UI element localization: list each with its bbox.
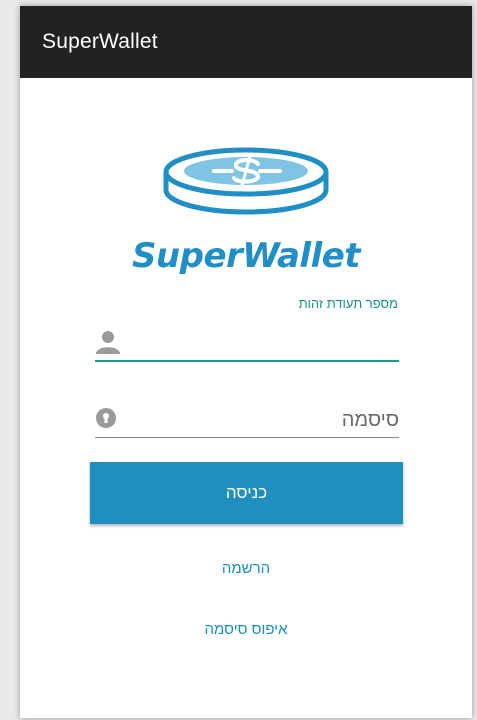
- reset-password-link[interactable]: איפוס סיסמה: [20, 621, 472, 638]
- brand-logo-text: SuperWallet: [131, 236, 361, 276]
- app-title: SuperWallet: [42, 30, 158, 53]
- id-number-label: מספר תעודת זהות: [298, 296, 398, 311]
- login-button[interactable]: כניסה: [90, 462, 403, 524]
- id-number-input[interactable]: [129, 326, 399, 360]
- app-screen: SuperWallet SuperWallet מספר תעודת זהות: [20, 6, 472, 718]
- person-icon: [95, 330, 121, 359]
- lock-icon: [95, 407, 117, 434]
- app-bar: SuperWallet: [20, 6, 472, 78]
- logo: [20, 144, 472, 224]
- coin-dollar-icon: [163, 147, 329, 215]
- register-link[interactable]: הרשמה: [20, 560, 472, 577]
- password-input[interactable]: [129, 403, 399, 437]
- password-field[interactable]: [95, 403, 399, 438]
- id-number-field[interactable]: [95, 326, 399, 362]
